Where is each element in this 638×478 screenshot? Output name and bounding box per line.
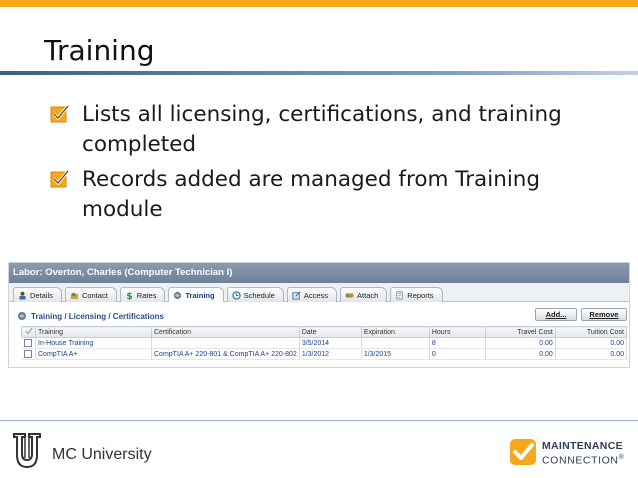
cell-travel-cost: 0.00 xyxy=(485,348,556,360)
access-icon xyxy=(292,291,301,300)
cell-travel-cost: 0.00 xyxy=(485,337,556,349)
column-header-hours[interactable]: Hours xyxy=(428,326,486,338)
table-header-row: Training Certification Date Expiration H… xyxy=(21,326,628,338)
tab-schedule[interactable]: Schedule xyxy=(226,287,284,302)
bullet-list: Lists all licensing, certifications, and… xyxy=(50,100,610,230)
checkbox-check-icon xyxy=(50,105,70,123)
svg-text:$: $ xyxy=(126,292,132,300)
remove-button[interactable]: Remove xyxy=(581,308,627,321)
bullet-item: Lists all licensing, certifications, and… xyxy=(50,100,610,160)
bullet-item: Records added are managed from Training … xyxy=(50,165,610,225)
section-header: Training / Licensing / Certifications Ad… xyxy=(9,302,629,324)
brand-line-1: MAINTENANCE xyxy=(542,440,623,452)
add-button[interactable]: Add... xyxy=(535,308,577,321)
cell-tuition-cost: 0.00 xyxy=(555,337,628,349)
tab-label: Access xyxy=(303,290,329,300)
brand-wordmark: MAINTENANCE CONNECTION® xyxy=(542,440,624,467)
training-icon xyxy=(18,312,26,320)
footer-university-name: MC University xyxy=(52,446,152,463)
check-icon xyxy=(24,327,33,335)
brand-line-2: CONNECTION® xyxy=(542,452,624,467)
maintenance-connection-logo-icon xyxy=(510,439,536,465)
tab-access[interactable]: Access xyxy=(286,287,338,302)
cell-expiration: 1/3/2015 xyxy=(361,348,430,360)
tab-contact[interactable]: Contact xyxy=(64,287,117,302)
reports-icon xyxy=(396,291,403,299)
select-all-checkbox[interactable] xyxy=(21,326,36,338)
tab-rates[interactable]: $ Rates xyxy=(119,287,166,302)
tab-label: Contact xyxy=(81,290,108,300)
bullet-text: Records added are managed from Training … xyxy=(82,167,541,222)
cell-certification: CompTIA A+ 220-801 & CompTIA A+ 220-802 xyxy=(151,348,300,360)
column-header-certification[interactable]: Certification xyxy=(151,326,300,338)
university-u-logo-icon xyxy=(13,433,41,469)
record-header: Labor: Overton, Charles (Computer Techni… xyxy=(9,263,629,283)
tab-strip: Details Contact $ Rates Training Schedul… xyxy=(9,283,629,302)
tab-label: Schedule xyxy=(243,290,275,300)
checkbox-check-icon xyxy=(50,170,70,188)
slide-title: Training xyxy=(44,34,155,67)
table-row[interactable]: In-House Training 3/5/2014 8 0.00 0.00 xyxy=(21,337,628,349)
training-icon xyxy=(174,291,182,299)
cell-date: 3/5/2014 xyxy=(299,337,362,349)
person-icon xyxy=(19,291,26,300)
column-header-tuition-cost[interactable]: Tuition Cost xyxy=(554,326,628,338)
tab-training[interactable]: Training xyxy=(168,287,224,302)
cell-date: 1/3/2012 xyxy=(299,348,362,360)
cell-certification xyxy=(151,337,300,349)
tab-attach[interactable]: Attach xyxy=(340,287,388,302)
title-divider xyxy=(0,71,638,75)
cell-training[interactable]: In-House Training xyxy=(35,337,152,349)
tab-label: Training xyxy=(185,290,215,300)
table-row[interactable]: CompTIA A+ CompTIA A+ 220-801 & CompTIA … xyxy=(21,348,628,360)
tab-label: Rates xyxy=(136,290,157,300)
cell-expiration xyxy=(361,337,430,349)
tab-details[interactable]: Details xyxy=(13,287,62,302)
dollar-icon: $ xyxy=(126,292,132,300)
tab-label: Reports xyxy=(407,290,434,300)
row-checkbox[interactable] xyxy=(21,348,36,360)
cell-training[interactable]: CompTIA A+ xyxy=(35,348,152,360)
column-header-expiration[interactable]: Expiration xyxy=(360,326,430,338)
column-header-training[interactable]: Training xyxy=(35,326,152,338)
cell-hours: 0 xyxy=(429,348,486,360)
attach-icon xyxy=(345,292,354,298)
cell-tuition-cost: 0.00 xyxy=(555,348,628,360)
cell-hours: 8 xyxy=(429,337,486,349)
registered-mark: ® xyxy=(618,454,625,461)
column-header-date[interactable]: Date xyxy=(298,326,362,338)
column-header-travel-cost[interactable]: Travel Cost xyxy=(484,326,556,338)
footer-divider xyxy=(0,420,638,421)
tab-reports[interactable]: Reports xyxy=(390,287,443,302)
contact-icon xyxy=(70,292,79,299)
app-screenshot-window: Labor: Overton, Charles (Computer Techni… xyxy=(8,262,630,368)
section-title: Training / Licensing / Certifications xyxy=(31,311,164,321)
training-table: Training Certification Date Expiration H… xyxy=(21,326,628,360)
row-checkbox[interactable] xyxy=(21,337,36,349)
top-accent-bar xyxy=(0,0,638,7)
schedule-icon xyxy=(231,290,241,300)
bullet-text: Lists all licensing, certifications, and… xyxy=(82,102,562,157)
tab-label: Attach xyxy=(357,290,379,300)
tab-label: Details xyxy=(30,290,53,300)
brand-line-2-text: CONNECTION xyxy=(542,454,619,467)
